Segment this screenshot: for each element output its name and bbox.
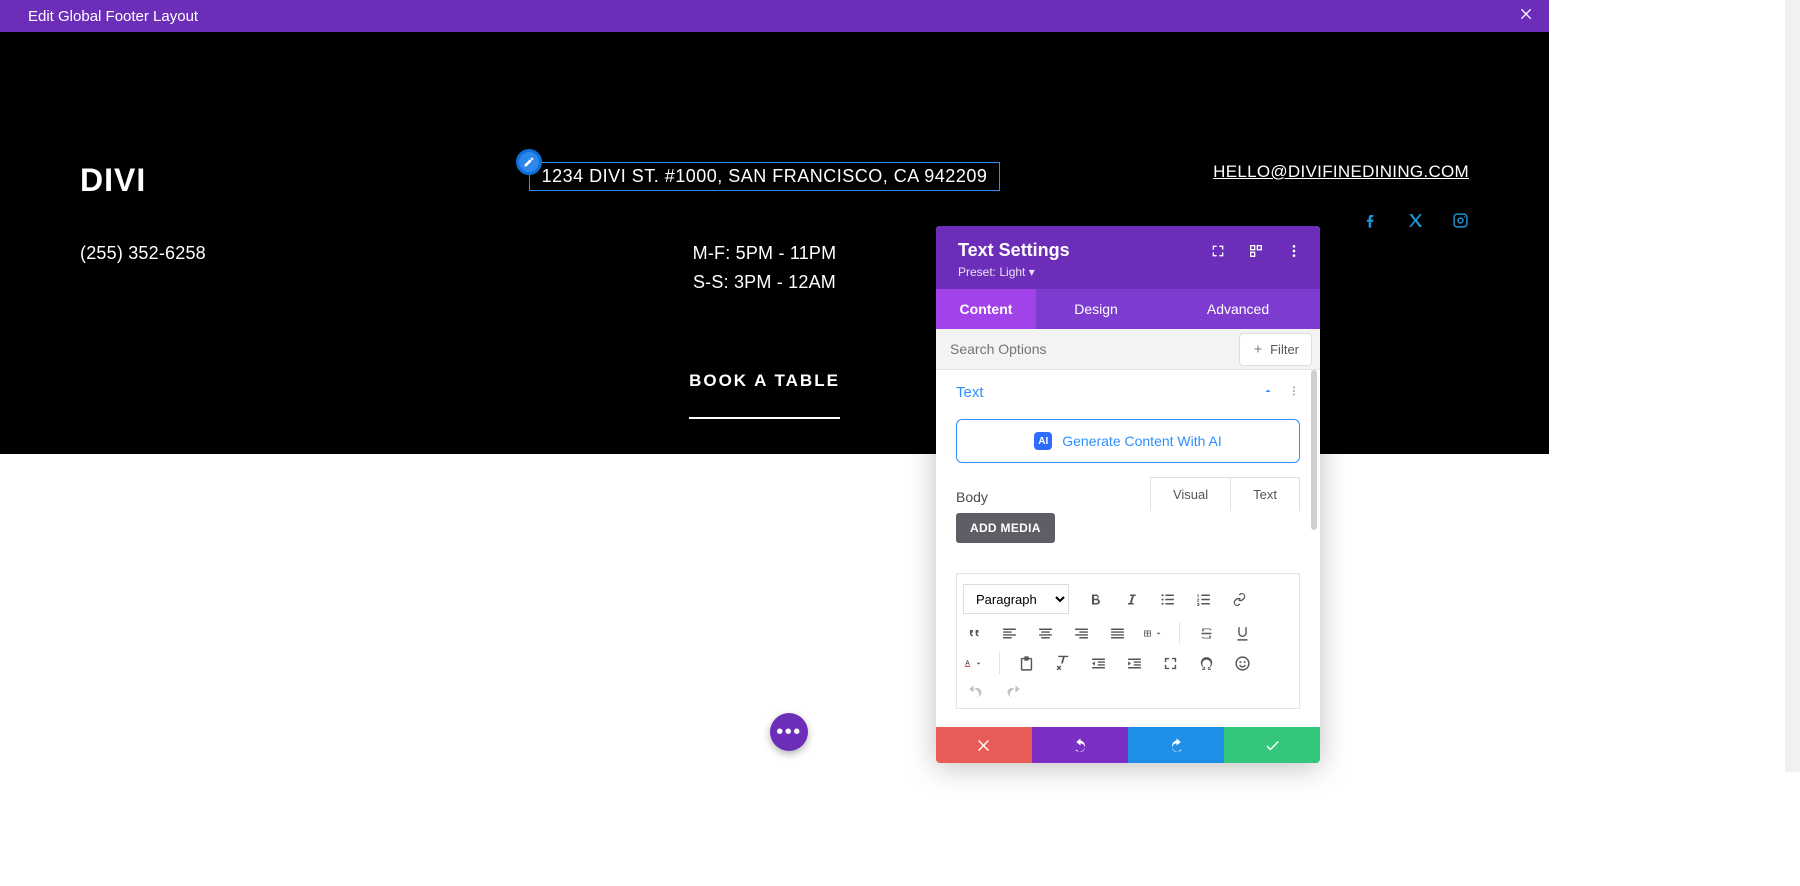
logo: DIVI	[80, 162, 410, 199]
table-icon[interactable]	[1143, 623, 1163, 643]
panel-tabs: Content Design Advanced	[936, 289, 1320, 329]
editor-redo-icon[interactable]	[1005, 682, 1025, 702]
panel-title: Text Settings	[958, 240, 1070, 261]
snap-icon[interactable]	[1248, 243, 1264, 259]
expand-icon[interactable]	[1210, 243, 1226, 259]
rich-text-toolbar: Paragraph	[956, 573, 1300, 709]
link-icon[interactable]	[1229, 589, 1249, 609]
outdent-icon[interactable]	[1088, 653, 1108, 673]
section-kebab-icon[interactable]	[1288, 384, 1300, 401]
emoji-icon[interactable]	[1232, 653, 1252, 673]
panel-body: Text AI Generate Content With AI Body AD…	[936, 370, 1320, 727]
bold-icon[interactable]	[1085, 589, 1105, 609]
instagram-icon[interactable]	[1452, 212, 1469, 234]
redo-button[interactable]	[1128, 727, 1224, 763]
filter-label: Filter	[1270, 342, 1299, 357]
underline-icon[interactable]	[1232, 623, 1252, 643]
filter-button[interactable]: Filter	[1239, 333, 1312, 366]
top-bar: Edit Global Footer Layout	[0, 0, 1549, 32]
strikethrough-icon[interactable]	[1196, 623, 1216, 643]
editor-tab-text[interactable]: Text	[1231, 478, 1299, 511]
x-twitter-icon[interactable]	[1407, 212, 1424, 234]
panel-footer	[936, 727, 1320, 763]
ai-badge-icon: AI	[1034, 432, 1052, 450]
ai-button-label: Generate Content With AI	[1062, 433, 1222, 449]
phone-text: (255) 352-6258	[80, 243, 410, 264]
address-text: 1234 DIVI ST. #1000, SAN FRANCISCO, CA 9…	[542, 166, 988, 186]
tab-content[interactable]: Content	[936, 289, 1036, 329]
cancel-button[interactable]	[936, 727, 1032, 763]
blockquote-icon[interactable]	[963, 623, 983, 643]
toolbar-separator	[999, 652, 1000, 674]
footer-column-left: DIVI (255) 352-6258	[80, 162, 410, 419]
italic-icon[interactable]	[1121, 589, 1141, 609]
book-table-button[interactable]: BOOK A TABLE	[689, 371, 840, 419]
align-justify-icon[interactable]	[1107, 623, 1127, 643]
add-media-button[interactable]: ADD MEDIA	[956, 513, 1055, 543]
search-row: Filter	[936, 329, 1320, 370]
preset-dropdown[interactable]: Preset: Light ▾	[958, 265, 1302, 279]
save-button[interactable]	[1224, 727, 1320, 763]
paste-text-icon[interactable]	[1016, 653, 1036, 673]
top-bar-title: Edit Global Footer Layout	[28, 8, 198, 25]
fullscreen-icon[interactable]	[1160, 653, 1180, 673]
section-title: Text	[956, 384, 984, 401]
numbered-list-icon[interactable]	[1193, 589, 1213, 609]
tab-advanced[interactable]: Advanced	[1156, 289, 1320, 329]
omega-icon[interactable]	[1196, 653, 1216, 673]
panel-header[interactable]: Text Settings Preset: Light ▾	[936, 226, 1320, 289]
page-scrollbar[interactable]	[1785, 0, 1800, 772]
paragraph-select[interactable]: Paragraph	[963, 584, 1069, 614]
edit-module-icon[interactable]	[516, 149, 542, 175]
editor-undo-icon[interactable]	[963, 682, 983, 702]
generate-ai-button[interactable]: AI Generate Content With AI	[956, 419, 1300, 463]
tab-design[interactable]: Design	[1036, 289, 1156, 329]
kebab-icon[interactable]	[1286, 243, 1302, 259]
align-left-icon[interactable]	[999, 623, 1019, 643]
text-color-icon[interactable]	[963, 653, 983, 673]
editor-mode-tabs: Visual Text	[1150, 477, 1300, 511]
email-link[interactable]: HELLO@DIVIFINEDINING.COM	[1119, 162, 1469, 182]
clear-format-icon[interactable]	[1052, 653, 1072, 673]
builder-fab-button[interactable]: •••	[770, 713, 808, 751]
align-right-icon[interactable]	[1071, 623, 1091, 643]
address-selected-module[interactable]: 1234 DIVI ST. #1000, SAN FRANCISCO, CA 9…	[529, 162, 1001, 191]
align-center-icon[interactable]	[1035, 623, 1055, 643]
close-icon[interactable]	[1519, 6, 1535, 27]
text-settings-panel: Text Settings Preset: Light ▾ Content De…	[936, 226, 1320, 763]
facebook-icon[interactable]	[1362, 212, 1379, 234]
search-input[interactable]	[936, 329, 1239, 369]
indent-icon[interactable]	[1124, 653, 1144, 673]
panel-scrollbar[interactable]	[1311, 370, 1317, 530]
toolbar-separator	[1179, 622, 1180, 644]
editor-tab-visual[interactable]: Visual	[1151, 478, 1231, 511]
chevron-up-icon[interactable]	[1262, 384, 1274, 401]
section-text-header[interactable]: Text	[956, 384, 1300, 401]
bullet-list-icon[interactable]	[1157, 589, 1177, 609]
undo-button[interactable]	[1032, 727, 1128, 763]
